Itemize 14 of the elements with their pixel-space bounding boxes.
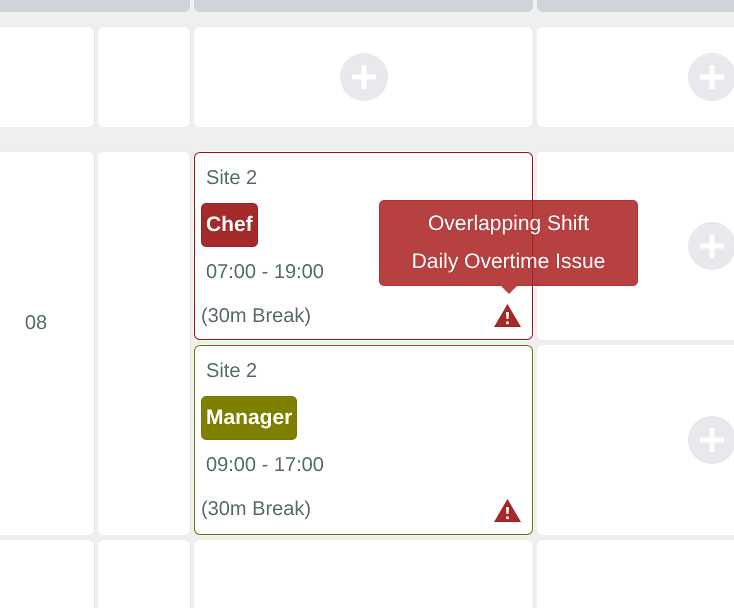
break-label: (30m Break) — [201, 304, 312, 328]
shift-card[interactable]: Site 2 Manager 09:00 - 17:00 (30m Break) — [194, 345, 533, 535]
shift-time: 07:00 - 19:00 — [206, 260, 324, 284]
site-label: Site 2 — [206, 166, 258, 190]
role-badge: Manager — [201, 396, 298, 440]
shift-time: 09:00 - 17:00 — [206, 453, 324, 477]
break-label: (30m Break) — [201, 497, 312, 521]
warning-icon[interactable] — [494, 499, 521, 522]
warning-icon[interactable] — [494, 304, 521, 327]
site-label: Site 2 — [206, 359, 258, 383]
issue-text: Daily Overtime Issue — [412, 249, 606, 275]
issue-text: Overlapping Shift — [428, 211, 590, 237]
employee-label: 08 — [24, 312, 48, 335]
role-badge: Chef — [201, 203, 258, 247]
